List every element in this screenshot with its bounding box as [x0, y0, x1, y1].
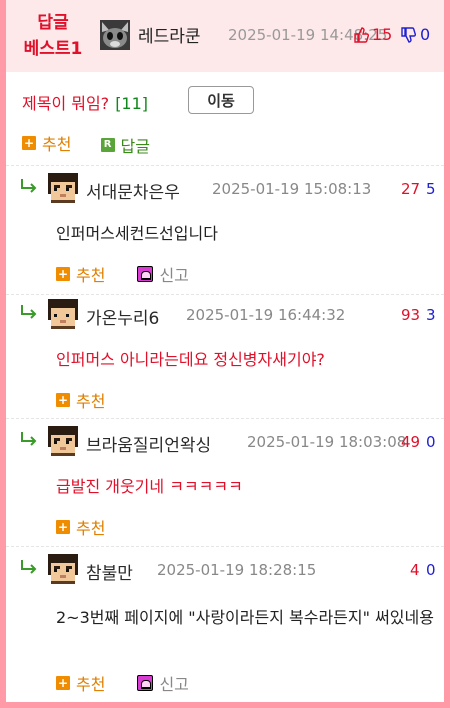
downvote-count: 3 [426, 306, 436, 324]
comment-datetime: 2025-01-19 18:03:08 [247, 433, 407, 451]
plus-icon: + [22, 136, 36, 150]
comment-count: [11] [115, 94, 149, 113]
reply-arrow-icon [21, 179, 37, 193]
comment-author[interactable]: 가온누리6 [86, 304, 159, 329]
recommend-button[interactable]: + 추천 [56, 671, 105, 695]
report-label: 신고 [159, 675, 189, 694]
plus-icon: + [56, 520, 70, 534]
plus-icon: + [56, 267, 70, 281]
comment-text: 인퍼머스세컨드선입니다 [56, 224, 218, 243]
recommend-button[interactable]: + 추천 [56, 388, 105, 412]
downvote-count: 0 [420, 25, 431, 44]
recommend-label: 추천 [76, 392, 106, 411]
comment-author[interactable]: 서대문차은우 [86, 178, 180, 203]
comment-text: 인퍼머스 아니라는데요 정신병자새기야? [56, 350, 325, 369]
downvote-count: 0 [426, 433, 436, 451]
comment-text: 급발진 개웃기네 ㅋㅋㅋㅋㅋ [56, 477, 243, 496]
report-label: 신고 [159, 266, 189, 285]
comment-actions: + 추천 [56, 388, 105, 412]
comment-author[interactable]: 참불만 [86, 559, 133, 584]
avatar[interactable] [48, 554, 78, 584]
thumbs-down-icon[interactable] [400, 27, 416, 43]
plus-icon: + [56, 676, 70, 690]
comment-actions: + 추천 [56, 515, 105, 539]
comment-text: 2~3번째 페이지에 "사랑이라든지 복수라든지" 써있네용 [56, 608, 434, 627]
avatar[interactable] [48, 173, 78, 203]
downvote-count: 0 [426, 561, 436, 579]
comment-datetime: 2025-01-19 15:08:13 [212, 180, 372, 198]
plus-icon: + [56, 393, 70, 407]
recommend-label: 추천 [76, 266, 106, 285]
move-button[interactable]: 이동 [188, 86, 254, 114]
report-icon [137, 675, 154, 691]
recommend-label: 추천 [76, 519, 106, 538]
comment-datetime: 2025-01-19 16:44:32 [186, 306, 346, 324]
downvote-count: 5 [426, 180, 436, 198]
avatar[interactable] [100, 20, 130, 50]
divider [6, 165, 444, 166]
recommend-label: 추천 [42, 135, 72, 154]
divider [6, 418, 444, 419]
recommend-label: 추천 [76, 675, 106, 694]
recommend-button[interactable]: + 추천 [22, 131, 71, 155]
avatar[interactable] [48, 426, 78, 456]
report-button[interactable]: 신고 [137, 671, 189, 695]
author-nickname[interactable]: 레드라쿤 [138, 22, 201, 47]
report-icon [137, 266, 154, 282]
post-title[interactable]: 제목이 뭐임? [22, 94, 109, 113]
reply-r-icon: R [100, 138, 115, 152]
reply-button[interactable]: R 답글 [100, 133, 150, 157]
divider [6, 294, 444, 295]
post-actions: + 추천 R 답글 [22, 131, 150, 157]
recommend-button[interactable]: + 추천 [56, 515, 105, 539]
comment-actions: + 추천 신고 [56, 262, 189, 286]
comment-author[interactable]: 브라움질리언왁싱 [86, 431, 211, 456]
comment-actions: + 추천 신고 [56, 671, 189, 695]
report-button[interactable]: 신고 [137, 262, 189, 286]
divider [6, 546, 444, 547]
upvote-count: 15 [372, 25, 393, 44]
upvote-count: 27 [401, 180, 421, 198]
thumbs-up-icon[interactable] [353, 27, 369, 43]
recommend-button[interactable]: + 추천 [56, 262, 105, 286]
best-reply-header: 답글 베스트1 레드라쿤 2025-01-19 14:48:25 15 0 [0, 0, 450, 72]
upvote-count: 4 [410, 561, 420, 579]
best-label-line2: 베스트1 [23, 39, 83, 59]
avatar[interactable] [48, 299, 78, 329]
upvote-count: 49 [401, 433, 421, 451]
reply-arrow-icon [21, 305, 37, 319]
comment-datetime: 2025-01-19 18:28:15 [157, 561, 317, 579]
upvote-count: 93 [401, 306, 421, 324]
best-reply-badge: 답글 베스트1 [18, 10, 88, 62]
post-title-row[interactable]: 제목이 뭐임? [11] [22, 90, 148, 114]
reply-arrow-icon [21, 560, 37, 574]
reply-arrow-icon [21, 432, 37, 446]
reply-label: 답글 [120, 137, 150, 156]
best-label-line1: 답글 [37, 13, 69, 33]
